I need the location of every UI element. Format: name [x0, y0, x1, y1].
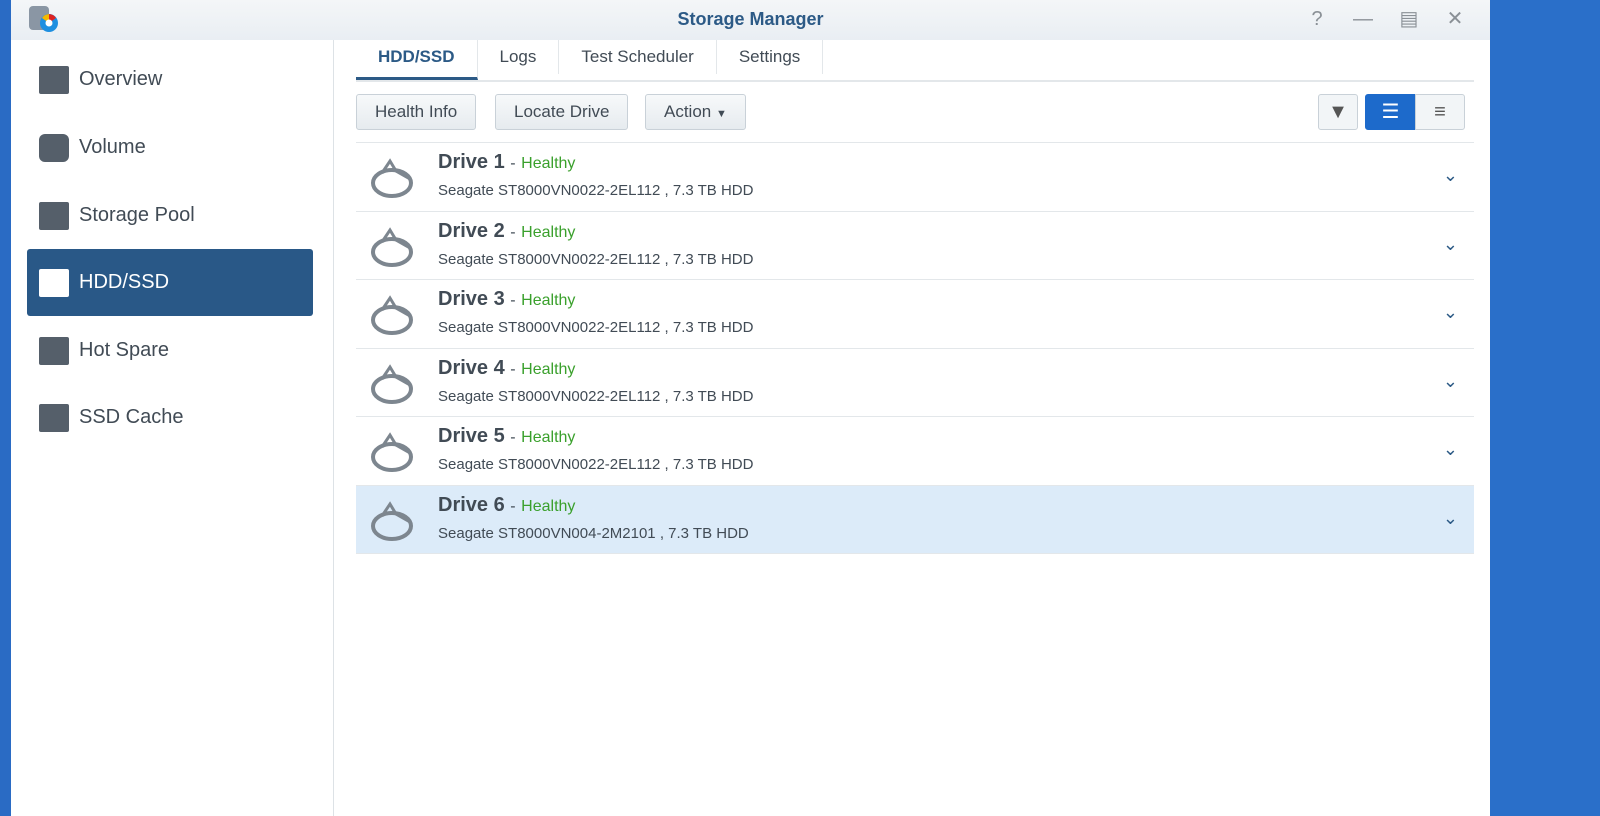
drive-list: Drive 1 - Healthy Seagate ST8000VN0022-2…: [356, 142, 1474, 554]
drive-row[interactable]: Drive 5 - Healthy Seagate ST8000VN0022-2…: [356, 417, 1474, 486]
ssd-cache-icon: [39, 403, 69, 432]
drive-status: Healthy: [521, 223, 576, 241]
close-icon[interactable]: ✕: [1442, 6, 1468, 32]
drive-status: Healthy: [521, 497, 576, 515]
tab-bar: HDD/SSD Logs Test Scheduler Settings: [356, 40, 1474, 82]
drive-name: Drive 3: [438, 288, 505, 310]
sidebar-item-ssd-cache[interactable]: SSD Cache: [27, 384, 313, 451]
sidebar-item-hdd-ssd[interactable]: HDD/SSD: [27, 249, 313, 316]
sidebar-item-label: Overview: [79, 68, 163, 90]
overview-icon: [39, 65, 69, 94]
drive-name: Drive 6: [438, 493, 505, 516]
drive-separator: -: [510, 429, 516, 446]
tab-test-scheduler[interactable]: Test Scheduler: [559, 40, 717, 74]
drive-status: Healthy: [521, 429, 576, 446]
hdd-icon: [39, 268, 69, 297]
drive-description: Seagate ST8000VN0022-2EL112 , 7.3 TB HDD: [438, 319, 754, 336]
drive-description: Seagate ST8000VN0022-2EL112 , 7.3 TB HDD: [438, 182, 754, 199]
drive-row[interactable]: Drive 2 - Healthy Seagate ST8000VN0022-2…: [356, 212, 1474, 280]
drive-icon: [371, 363, 413, 404]
sidebar-item-storage-pool[interactable]: Storage Pool: [27, 182, 313, 249]
drive-icon: [371, 432, 413, 472]
volume-icon: [39, 133, 69, 162]
hot-spare-icon: [39, 336, 69, 365]
tab-logs[interactable]: Logs: [478, 40, 560, 74]
compact-view-button[interactable]: ≡: [1415, 94, 1465, 130]
filter-button[interactable]: ▼: [1318, 94, 1358, 130]
maximize-icon[interactable]: ▤: [1396, 6, 1422, 32]
sidebar-item-label: SSD Cache: [79, 406, 184, 428]
compact-list-icon: ≡: [1434, 101, 1446, 123]
sidebar-item-volume[interactable]: Volume: [27, 114, 313, 181]
drive-row[interactable]: Drive 6 - Healthy Seagate ST8000VN004-2M…: [356, 485, 1474, 554]
drive-row[interactable]: Drive 4 - Healthy Seagate ST8000VN0022-2…: [356, 349, 1474, 417]
sidebar-item-label: Hot Spare: [79, 339, 170, 361]
tab-hdd-ssd[interactable]: HDD/SSD: [356, 40, 478, 80]
sidebar-item-label: Storage Pool: [79, 204, 195, 226]
desktop-background: [0, 0, 11, 816]
drive-name: Drive 5: [438, 425, 505, 447]
drive-status: Healthy: [521, 360, 576, 378]
chevron-down-icon[interactable]: ⌄: [1443, 508, 1458, 529]
filter-icon: ▼: [1328, 101, 1348, 123]
window-title: Storage Manager: [677, 9, 824, 29]
title-bar[interactable]: Storage Manager ? — ▤ ✕: [11, 0, 1490, 40]
drive-separator: -: [510, 292, 516, 309]
chevron-down-icon[interactable]: ⌄: [1443, 439, 1458, 460]
drive-name: Drive 1: [438, 151, 505, 173]
drive-row[interactable]: Drive 3 - Healthy Seagate ST8000VN0022-2…: [356, 280, 1474, 349]
drive-icon: [371, 158, 413, 198]
drive-name: Drive 4: [438, 356, 505, 379]
sidebar: Overview Volume Storage Pool HDD/SSD Hot…: [11, 40, 334, 816]
chevron-down-icon[interactable]: ⌄: [1443, 234, 1458, 255]
sidebar-item-label: HDD/SSD: [79, 271, 170, 293]
drive-name: Drive 2: [438, 219, 505, 242]
drive-description: Seagate ST8000VN0022-2EL112 , 7.3 TB HDD: [438, 387, 754, 405]
sidebar-item-hot-spare[interactable]: Hot Spare: [27, 317, 313, 384]
chevron-down-icon[interactable]: ⌄: [1443, 165, 1458, 186]
caret-down-icon: ▼: [715, 108, 727, 120]
drive-icon: [371, 500, 413, 541]
action-button[interactable]: Action ▼: [645, 94, 746, 130]
drive-icon: [371, 295, 413, 335]
chevron-down-icon[interactable]: ⌄: [1443, 302, 1458, 323]
list-view-button[interactable]: ☰: [1365, 94, 1416, 130]
minimize-icon[interactable]: —: [1350, 6, 1376, 32]
tab-settings[interactable]: Settings: [717, 40, 824, 74]
drive-description: Seagate ST8000VN0022-2EL112 , 7.3 TB HDD: [438, 250, 754, 268]
chevron-down-icon[interactable]: ⌄: [1443, 371, 1458, 392]
drive-description: Seagate ST8000VN0022-2EL112 , 7.3 TB HDD: [438, 456, 754, 473]
action-label: Action: [664, 102, 712, 121]
storage-manager-window: Storage Manager ? — ▤ ✕ Overview Volume …: [11, 0, 1490, 816]
storage-pool-icon: [39, 201, 69, 230]
detail-list-icon: ☰: [1381, 101, 1400, 123]
drive-description: Seagate ST8000VN004-2M2101 , 7.3 TB HDD: [438, 524, 749, 542]
health-info-button[interactable]: Health Info: [356, 94, 477, 130]
drive-separator: -: [510, 223, 516, 241]
help-icon[interactable]: ?: [1304, 6, 1330, 32]
drive-row[interactable]: Drive 1 - Healthy Seagate ST8000VN0022-2…: [356, 143, 1474, 212]
drive-separator: -: [510, 360, 516, 378]
drive-icon: [371, 226, 413, 267]
locate-drive-button[interactable]: Locate Drive: [495, 94, 629, 130]
drive-status: Healthy: [521, 292, 576, 309]
drive-status: Healthy: [521, 155, 576, 172]
sidebar-item-overview[interactable]: Overview: [27, 46, 313, 113]
sidebar-item-label: Volume: [79, 136, 146, 158]
drive-separator: -: [510, 497, 516, 515]
drive-separator: -: [510, 155, 516, 172]
